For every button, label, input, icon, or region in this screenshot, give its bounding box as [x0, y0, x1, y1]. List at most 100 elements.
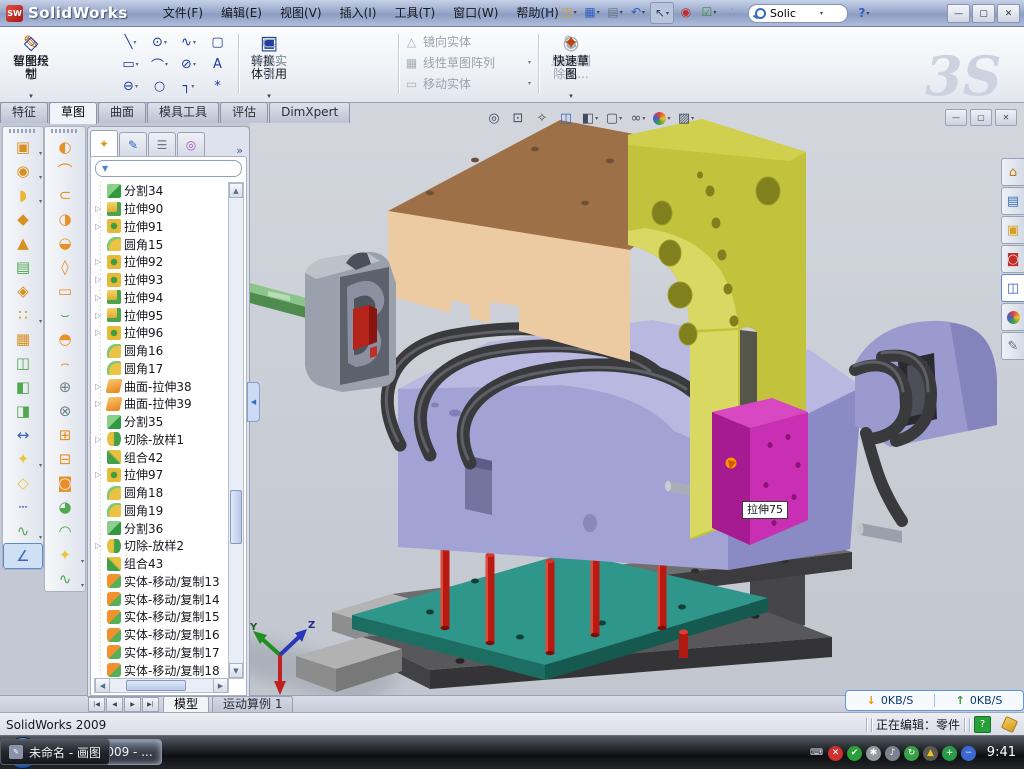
doc-first-button[interactable]: |◀: [88, 697, 105, 712]
options-icon[interactable]: ☑▾: [698, 2, 720, 22]
scrollbar-thumb[interactable]: [230, 490, 242, 544]
extend-surface-icon[interactable]: ⊞▾: [45, 423, 85, 447]
open-icon[interactable]: ◳▾: [558, 2, 580, 22]
solidworks-resources-icon[interactable]: ▤: [1001, 187, 1024, 215]
window-close-button[interactable]: ✕: [997, 4, 1020, 23]
spline-tool[interactable]: ∿▾: [174, 31, 203, 53]
tooling-split-icon[interactable]: ◑▾: [45, 207, 85, 231]
fillet-surface-icon[interactable]: ◕▾: [45, 495, 85, 519]
tree-item[interactable]: ▷分割35: [94, 413, 229, 431]
lofted-boss-icon[interactable]: ▲▾: [3, 231, 43, 255]
line-tool[interactable]: ╲▾: [116, 31, 145, 53]
tab-surfaces[interactable]: 曲面: [98, 102, 146, 123]
configurationmanager-tab[interactable]: ☰: [148, 132, 176, 157]
scroll-right-icon[interactable]: ▶: [213, 678, 228, 693]
tree-item[interactable]: ▷实体-移动/复制18: [94, 661, 229, 679]
apply-scene-icon[interactable]: ▨▾: [675, 108, 697, 130]
tray-volume-icon[interactable]: ♪: [885, 746, 900, 761]
tree-item[interactable]: ▷拉伸96: [94, 324, 229, 342]
menu-view[interactable]: 视图(V): [271, 0, 331, 26]
tray-defender-icon[interactable]: +: [942, 746, 957, 761]
instant3d-icon-2[interactable]: ✦▾: [45, 543, 85, 567]
design-library-icon[interactable]: ▣: [1001, 216, 1024, 244]
expand-arrow-icon[interactable]: ▷: [95, 311, 104, 320]
extruded-boss-icon[interactable]: ▣▾: [3, 135, 43, 159]
selection-box-tool[interactable]: ▢▾: [203, 31, 232, 53]
doc-prev-button[interactable]: ◀: [106, 697, 123, 712]
ruled-surface-icon[interactable]: ⌣▾: [45, 303, 85, 327]
split-body-icon[interactable]: ◧▾: [3, 375, 43, 399]
tree-item[interactable]: ▷分割34: [94, 182, 229, 200]
tray-keyboard-icon[interactable]: ⌨: [809, 746, 824, 761]
edit-appearance-icon[interactable]: ▾: [651, 108, 673, 130]
search-dropdown-icon[interactable]: ▾: [820, 10, 823, 17]
tree-item[interactable]: ▷圆角19: [94, 502, 229, 520]
display-style-icon[interactable]: ▢▾: [603, 108, 625, 130]
tree-item[interactable]: ▷实体-移动/复制15: [94, 608, 229, 626]
appearance-settings-icon[interactable]: ∴▾: [721, 2, 743, 22]
circle-tool[interactable]: ⊙▾: [145, 31, 174, 53]
motion-study-tab[interactable]: 运动算例 1: [212, 696, 293, 713]
extruded-cut-icon[interactable]: ▤▾: [3, 255, 43, 279]
expand-arrow-icon[interactable]: ▷: [95, 470, 104, 479]
parting-line-icon[interactable]: ⌒▾: [45, 159, 85, 183]
offset-entities-button[interactable]: ⊂等距实 体▾: [242, 29, 296, 100]
tray-antivirus-icon[interactable]: ✔: [847, 746, 862, 761]
freeform-icon-2[interactable]: ∿▾: [45, 567, 85, 591]
tray-warning-icon[interactable]: ▲: [923, 746, 938, 761]
custom-properties-icon[interactable]: ✎: [1001, 332, 1024, 360]
expand-arrow-icon[interactable]: ▷: [95, 222, 104, 231]
freeform-icon[interactable]: ∿▾: [3, 519, 43, 543]
scrollbar-thumb[interactable]: [126, 680, 186, 691]
expand-arrow-icon[interactable]: ▷: [95, 257, 104, 266]
part-extrude75-block[interactable]: [712, 398, 808, 545]
rectangle-tool[interactable]: ▭▾: [116, 53, 145, 75]
revolved-boss-icon[interactable]: ◉▾: [3, 159, 43, 183]
quick-tips-button[interactable]: ?: [974, 716, 991, 733]
tree-item[interactable]: ▷拉伸90: [94, 200, 229, 218]
planar-surface-icon[interactable]: ▭▾: [45, 279, 85, 303]
file-explorer-icon[interactable]: ◙: [1001, 245, 1024, 273]
tree-item[interactable]: ▷拉伸97: [94, 466, 229, 484]
tree-item[interactable]: ▷拉伸94: [94, 289, 229, 307]
scroll-left-icon[interactable]: ◀: [95, 678, 110, 693]
tray-network-icon[interactable]: −: [961, 746, 976, 761]
rebuild-icon[interactable]: ◉▾: [675, 2, 697, 22]
tree-item[interactable]: ▷实体-移动/复制13: [94, 573, 229, 591]
tree-item[interactable]: ▷实体-移动/复制16: [94, 626, 229, 644]
toolbar-drag-handle[interactable]: [9, 129, 37, 133]
tree-item[interactable]: ▷实体-移动/复制14: [94, 590, 229, 608]
tree-vertical-scrollbar[interactable]: ▲ ▼: [228, 182, 244, 679]
draft-analysis-icon[interactable]: ◐▾: [45, 135, 85, 159]
move-body-icon[interactable]: ◨▾: [3, 399, 43, 423]
tree-item[interactable]: ▷切除-放样1: [94, 431, 229, 449]
swept-boss-icon[interactable]: ◆▾: [3, 207, 43, 231]
measure-icon[interactable]: ∠▾: [3, 543, 43, 569]
help-icon[interactable]: ?▾: [853, 3, 875, 23]
panel-collapse-handle[interactable]: ◀: [247, 382, 260, 422]
offset-surface-icon[interactable]: ◓▾: [45, 327, 85, 351]
tree-item[interactable]: ▷圆角18: [94, 484, 229, 502]
slot-tool[interactable]: ⊖▾: [116, 75, 145, 97]
window-restore-button[interactable]: ▢: [972, 4, 995, 23]
pin-icon[interactable]: ⌖▾: [512, 2, 534, 22]
home-icon[interactable]: ⌂: [1001, 158, 1024, 186]
expand-arrow-icon[interactable]: ▷: [95, 435, 104, 444]
mirror-entities-button[interactable]: △镜向实体▾: [402, 31, 534, 52]
convert-icon[interactable]: ↔▾: [3, 423, 43, 447]
menu-edit[interactable]: 编辑(E): [212, 0, 271, 26]
point-ref-icon[interactable]: ◇▾: [3, 471, 43, 495]
doc-minimize-button[interactable]: —: [945, 109, 967, 126]
taskbar-paint-button[interactable]: ✎未命名 - 画图: [0, 739, 110, 765]
tree-item[interactable]: ▷曲面-拉伸39: [94, 395, 229, 413]
expand-arrow-icon[interactable]: ▷: [95, 382, 104, 391]
radiate-surface-icon[interactable]: ⌢▾: [45, 351, 85, 375]
zoom-area-icon[interactable]: ⊡▾: [507, 108, 529, 130]
print-icon[interactable]: ▤▾: [604, 2, 626, 22]
tray-update-icon[interactable]: ✱: [866, 746, 881, 761]
menu-window[interactable]: 窗口(W): [444, 0, 507, 26]
hole-wizard-icon[interactable]: ◈▾: [3, 279, 43, 303]
rapid-sketch-button[interactable]: ✦快速草 图▾: [544, 29, 598, 100]
zoom-fit-icon[interactable]: ◎▾: [483, 108, 505, 130]
part-side-fixture[interactable]: [250, 252, 396, 392]
